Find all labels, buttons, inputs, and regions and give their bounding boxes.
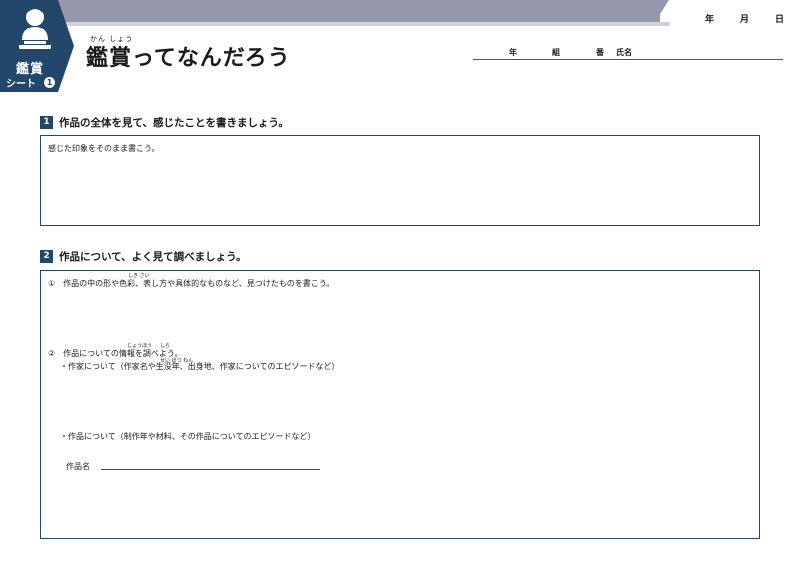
question-1-text: 作品の全体を見て、感じたことを書きましょう。	[59, 117, 289, 129]
header-band-shadow	[50, 22, 670, 26]
number-label: 番	[596, 48, 604, 57]
badge-subtitle: シート	[6, 79, 36, 90]
artwork-name-underline[interactable]	[101, 469, 320, 470]
question-2-number: 2	[40, 250, 53, 263]
header-band-tip	[655, 0, 669, 22]
question-1-heading: 1 作品の全体を見て、感じたことを書きましょう。	[40, 115, 289, 130]
answer-box-1-prompt: 感じた印象をそのまま書こう。	[48, 144, 160, 153]
answer-box-2[interactable]	[40, 270, 760, 539]
name-underline	[473, 59, 783, 60]
student-name-label: 氏名	[616, 48, 632, 57]
badge-number: 1	[44, 77, 55, 88]
date-day-label: 日	[775, 15, 785, 25]
sub-1-artist-text: ・作家について（作家名や生没年、出身地、作家についてのエピソードなど）	[60, 362, 340, 371]
page-title: 鑑賞ってなんだろう	[86, 46, 291, 71]
grade-label: 年	[509, 48, 517, 57]
item-1-text: ① 作品の中の形や色彩、表し方や具体的なものなど、見つけたものを書こう。	[48, 279, 335, 288]
class-label: 組	[552, 48, 560, 57]
sheet-badge: 鑑賞 シート 1	[0, 0, 76, 92]
question-2-text: 作品について、よく見て調べましょう。	[59, 251, 247, 263]
artwork-name-label: 作品名	[66, 462, 90, 471]
question-1-number: 1	[40, 116, 53, 129]
sub-2-artwork-text: ・作品について（制作年や材料、その作品についてのエピソードなど）	[60, 432, 316, 441]
date-month-label: 月	[740, 15, 750, 25]
header-band	[50, 0, 660, 22]
question-2-heading: 2 作品について、よく見て調べましょう。	[40, 249, 247, 264]
date-year-label: 年	[705, 15, 715, 25]
